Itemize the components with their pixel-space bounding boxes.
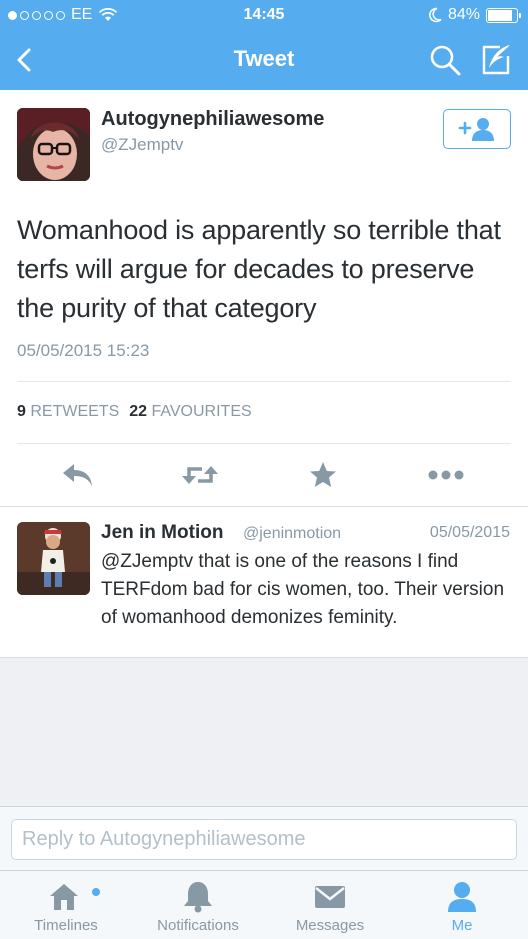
tweet-timestamp: 05/05/2015 15:23 — [17, 341, 150, 360]
tweet-text: Womanhood is apparently so terrible that… — [17, 215, 501, 323]
tweet-actions — [0, 447, 528, 503]
retweet-stat[interactable]: 9 RETWEETS — [17, 403, 119, 421]
follow-button[interactable] — [443, 109, 511, 149]
tab-me[interactable]: Me — [402, 871, 522, 939]
section-separator — [0, 657, 528, 658]
retweet-button[interactable] — [180, 457, 220, 493]
new-tweets-indicator — [92, 888, 100, 896]
battery-icon — [486, 7, 521, 23]
retweet-icon — [182, 466, 218, 484]
do-not-disturb-icon — [429, 7, 442, 23]
reply-timestamp: 05/05/2015 — [429, 524, 510, 541]
reply-composer — [0, 806, 528, 870]
reply-icon — [63, 464, 92, 486]
tab-label: Messages — [295, 917, 365, 934]
tab-label: Me — [451, 917, 473, 934]
battery-fill — [488, 9, 512, 21]
tab-label: Notifications — [157, 917, 239, 934]
tweet-stats: 9 RETWEETS 22 FAVOURITES — [17, 403, 252, 421]
author-name[interactable]: Autogynephiliawesome — [101, 108, 324, 131]
favourite-count: 22 — [129, 403, 148, 420]
status-right: 84% — [428, 6, 521, 24]
reply-button[interactable] — [58, 457, 98, 493]
reply-author-handle[interactable]: @jeninmotion — [243, 525, 341, 543]
person-icon — [448, 882, 476, 912]
compose-tweet-icon[interactable] — [477, 42, 513, 78]
status-bar: EE 14:45 84% — [0, 0, 528, 34]
more-icon — [428, 470, 464, 480]
favourite-stat[interactable]: 22 FAVOURITES — [129, 403, 251, 421]
reply-input[interactable] — [11, 819, 517, 860]
tab-notifications[interactable]: Notifications — [138, 871, 258, 939]
home-icon — [50, 884, 78, 910]
tab-messages[interactable]: Messages — [270, 871, 390, 939]
divider — [17, 381, 511, 382]
more-button[interactable] — [426, 457, 466, 493]
star-icon — [310, 462, 336, 487]
reply-tweet[interactable]: Jen in Motion @jeninmotion 05/05/2015 @Z… — [0, 507, 528, 657]
retweet-label: RETWEETS — [30, 403, 120, 420]
battery-percent: 84% — [447, 6, 480, 23]
author-handle[interactable]: @ZJemptv — [101, 135, 183, 155]
favourite-label: FAVOURITES — [151, 403, 252, 420]
reply-author-name[interactable]: Jen in Motion — [101, 522, 223, 544]
nav-bar: Tweet — [0, 34, 528, 90]
reply-author-avatar[interactable] — [17, 522, 90, 595]
tab-bar: Timelines Notifications Messages Me — [0, 870, 528, 939]
bell-icon — [184, 882, 212, 913]
favourite-button[interactable] — [303, 457, 343, 493]
reply-text: @ZJemptv that is one of the reasons I fi… — [101, 551, 505, 628]
tab-label: Timelines — [34, 917, 98, 934]
envelope-icon — [315, 886, 345, 908]
divider — [17, 443, 511, 444]
app-header: EE 14:45 84% Tweet — [0, 0, 528, 90]
author-avatar[interactable] — [17, 108, 90, 181]
tab-timelines[interactable]: Timelines — [6, 871, 126, 939]
search-icon[interactable] — [428, 43, 462, 77]
add-user-icon — [458, 118, 494, 141]
tweet-detail: Autogynephiliawesome @ZJemptv Womanhood … — [0, 90, 528, 506]
retweet-count: 9 — [17, 403, 26, 420]
